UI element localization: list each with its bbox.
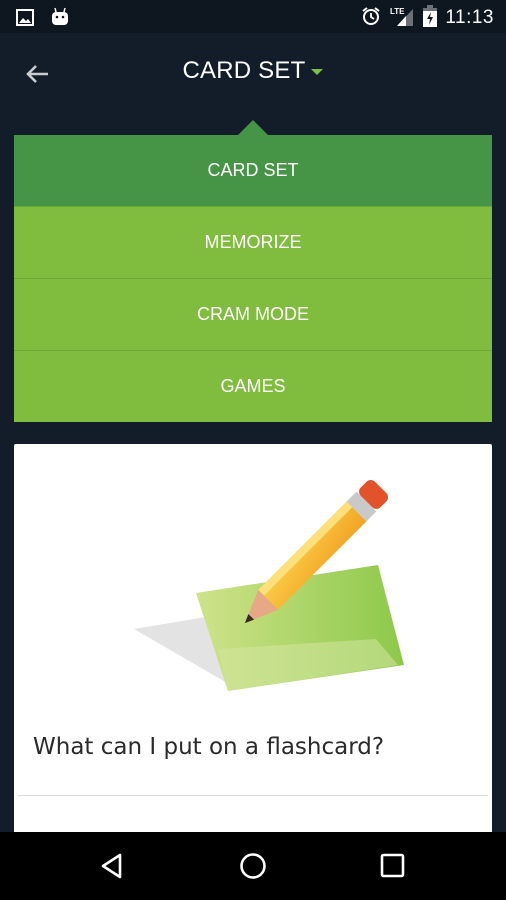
menu-item-label: GAMES — [220, 376, 286, 396]
faq-question-link[interactable]: What can I put on a flashcard? — [33, 734, 384, 760]
nav-back-button[interactable] — [98, 851, 128, 881]
mode-menu: CARD SET MEMORIZE CRAM MODE GAMES — [14, 135, 492, 422]
pencil-on-flashcard-illustration — [114, 469, 404, 694]
menu-pointer — [238, 120, 268, 135]
alarm-icon — [361, 6, 381, 30]
home-circle-icon — [238, 853, 268, 885]
app-bar: CARD SET — [0, 33, 506, 113]
mode-dropdown[interactable]: CARD SET — [0, 57, 506, 85]
recents-square-icon — [378, 853, 408, 885]
battery-charging-icon — [423, 5, 438, 31]
divider — [18, 795, 488, 796]
menu-item-memorize[interactable]: MEMORIZE — [14, 207, 492, 278]
lte-signal-icon: LTE — [389, 5, 415, 31]
help-card: What can I put on a flashcard? — [14, 444, 492, 844]
status-bar: LTE 11:13 — [0, 0, 506, 33]
menu-item-label: MEMORIZE — [204, 232, 302, 252]
system-nav-bar — [0, 832, 506, 900]
android-icon — [51, 7, 69, 31]
menu-item-label: CRAM MODE — [197, 304, 309, 324]
menu-item-cram-mode[interactable]: CRAM MODE — [14, 278, 492, 350]
back-triangle-icon — [98, 853, 128, 885]
image-icon — [16, 8, 34, 30]
nav-recents-button[interactable] — [378, 851, 408, 881]
svg-text:LTE: LTE — [390, 7, 405, 16]
menu-item-card-set[interactable]: CARD SET — [14, 135, 492, 207]
caret-down-icon — [311, 69, 324, 75]
menu-item-label: CARD SET — [207, 160, 299, 180]
page-title: CARD SET — [182, 57, 306, 84]
clock: 11:13 — [445, 7, 494, 28]
menu-item-games[interactable]: GAMES — [14, 350, 492, 422]
nav-home-button[interactable] — [238, 851, 268, 881]
